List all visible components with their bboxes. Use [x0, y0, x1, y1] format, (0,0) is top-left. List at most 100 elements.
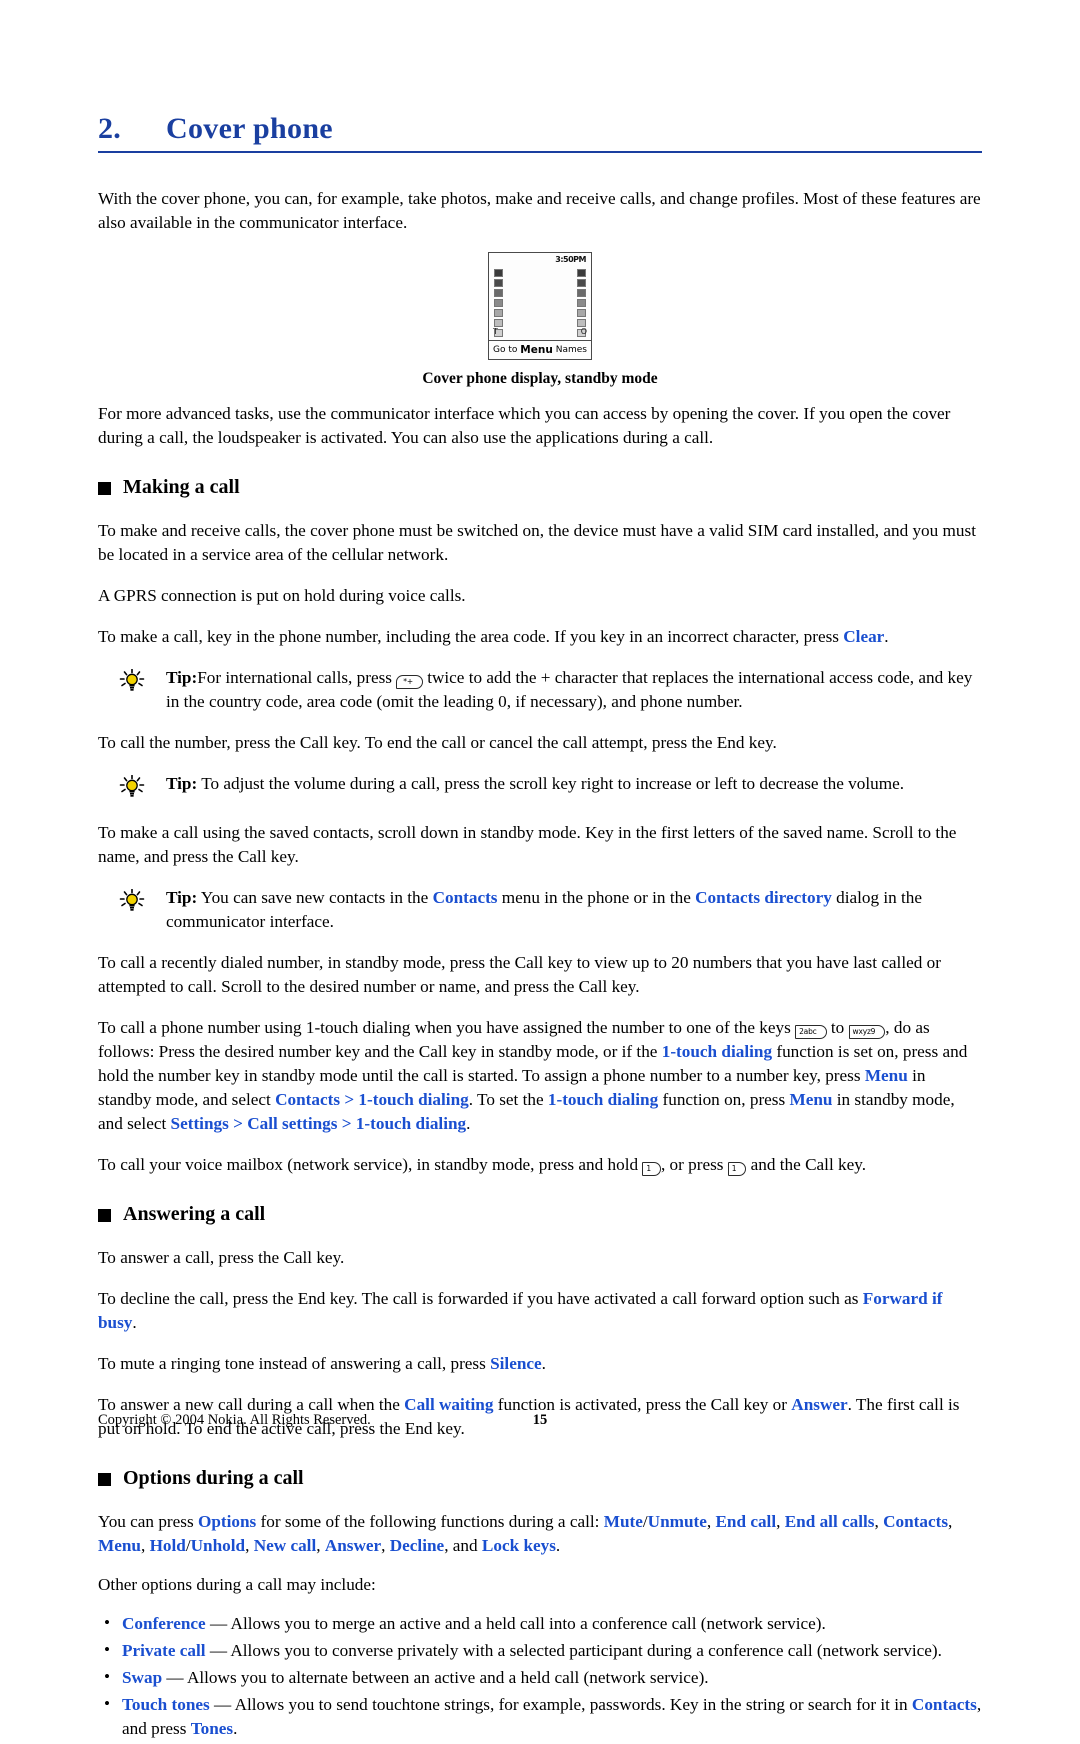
clock-label: 3:50PM: [555, 255, 586, 264]
p8-text-a: To call your voice mailbox (network serv…: [98, 1155, 643, 1174]
lightbulb-icon: [119, 775, 145, 799]
softkey-left[interactable]: Go to: [493, 345, 517, 355]
p7-text-f: function on, press: [658, 1090, 790, 1109]
link-touch-tones[interactable]: Touch tones: [122, 1695, 210, 1714]
softkey-bar: Go to Menu Names: [489, 340, 591, 359]
link-answer-option[interactable]: Answer: [325, 1536, 381, 1555]
link-unhold[interactable]: Unhold: [191, 1536, 245, 1555]
options-lead: You can press Options for some of the fo…: [98, 1512, 953, 1555]
link-1-touch-dialing-1[interactable]: 1-touch dialing: [662, 1042, 772, 1061]
link-clear[interactable]: Clear: [843, 627, 884, 646]
making-p4: To call the number, press the Call key. …: [98, 733, 777, 752]
link-menu-2[interactable]: Menu: [789, 1090, 832, 1109]
key-2abc-icon: 2abc: [795, 1025, 827, 1039]
link-decline[interactable]: Decline: [390, 1536, 444, 1555]
link-new-call[interactable]: New call: [254, 1536, 317, 1555]
tip1-text-a: For international calls, press: [197, 668, 397, 687]
link-tones[interactable]: Tones: [191, 1719, 233, 1738]
tip-label-2: Tip:: [166, 774, 198, 793]
phone-display: 3:50PM T O Go to Menu Names: [488, 252, 592, 360]
tip-save-contacts: Tip: You can save new contacts in the Co…: [98, 886, 982, 934]
link-end-call[interactable]: End call: [715, 1512, 776, 1531]
tip-volume: Tip: To adjust the volume during a call,…: [98, 772, 982, 799]
key-wxyz9-icon: wxyz9: [848, 1025, 886, 1039]
lightbulb-icon: [119, 669, 145, 693]
link-options[interactable]: Options: [198, 1512, 256, 1531]
softkey-middle[interactable]: Menu: [520, 344, 553, 356]
making-p3-text-b: .: [884, 627, 889, 646]
page-footer: Copyright © 2004 Nokia. All Rights Reser…: [98, 1412, 982, 1429]
p7-text-h: .: [466, 1114, 471, 1133]
intro-paragraph: With the cover phone, you can, for examp…: [98, 189, 981, 232]
tip3-text-b: menu in the phone or in the: [497, 888, 696, 907]
link-unmute[interactable]: Unmute: [648, 1512, 707, 1531]
link-hold[interactable]: Hold: [150, 1536, 186, 1555]
conference-desc: Allows you to merge an active and a held…: [230, 1614, 826, 1633]
making-p6: To call a recently dialed number, in sta…: [98, 953, 941, 996]
square-bullet-icon: [98, 1209, 111, 1222]
tip3-text-a: You can save new contacts in the: [200, 888, 433, 907]
answering-p2-b: .: [132, 1313, 137, 1332]
signal-indicator-label: T: [493, 327, 498, 336]
link-lock-keys[interactable]: Lock keys: [482, 1536, 556, 1555]
chapter-title: Cover phone: [166, 112, 333, 145]
answering-p2-a: To decline the call, press the End key. …: [98, 1289, 863, 1308]
answering-p3-b: .: [541, 1354, 546, 1373]
options-lead-a: You can press: [98, 1512, 198, 1531]
link-swap[interactable]: Swap: [122, 1668, 162, 1687]
options-lead-b: for some of the following functions duri…: [256, 1512, 604, 1531]
link-contacts-menu[interactable]: Contacts: [275, 1090, 340, 1109]
link-contacts-directory[interactable]: Contacts directory: [695, 888, 832, 907]
advanced-tasks-paragraph: For more advanced tasks, use the communi…: [98, 404, 951, 447]
section-title-answering: Answering a call: [123, 1203, 266, 1225]
link-mute[interactable]: Mute: [604, 1512, 643, 1531]
p8-text-c: and the Call key.: [746, 1155, 867, 1174]
section-title-options: Options during a call: [123, 1467, 304, 1489]
p8-text-b: , or press: [660, 1155, 728, 1174]
link-private-call[interactable]: Private call: [122, 1641, 206, 1660]
star-key-icon: *+: [396, 675, 423, 689]
manual-page: 2. Cover phone With the cover phone, you…: [0, 0, 1080, 1738]
link-menu-1[interactable]: Menu: [865, 1066, 908, 1085]
answering-p1: To answer a call, press the Call key.: [98, 1248, 345, 1267]
list-item: Private call — Allows you to converse pr…: [98, 1638, 982, 1663]
tip-icon-wrap: [98, 666, 166, 714]
making-p5: To make a call using the saved contacts,…: [98, 823, 957, 866]
page-content: 2. Cover phone With the cover phone, you…: [98, 112, 982, 1744]
tip-icon-wrap-3: [98, 886, 166, 934]
tip-save-contacts-text: Tip: You can save new contacts in the Co…: [166, 886, 982, 934]
link-1-touch-dialing-3[interactable]: 1-touch dialing: [548, 1090, 658, 1109]
p7-text-e: . To set the: [468, 1090, 548, 1109]
lightbulb-icon: [119, 889, 145, 913]
link-settings[interactable]: Settings: [171, 1114, 229, 1133]
making-p1: To make and receive calls, the cover pho…: [98, 521, 976, 564]
link-silence[interactable]: Silence: [490, 1354, 542, 1373]
page-number: 15: [532, 1412, 548, 1428]
softkey-right[interactable]: Names: [556, 345, 587, 355]
link-contacts-tones[interactable]: Contacts: [912, 1695, 977, 1714]
making-p8: To call your voice mailbox (network serv…: [98, 1153, 982, 1177]
touch-tones-desc-c: .: [233, 1719, 238, 1738]
section-options-during-a-call: Options during a call: [98, 1467, 982, 1490]
private-call-desc: Allows you to converse privately with a …: [230, 1641, 942, 1660]
making-p2: A GPRS connection is put on hold during …: [98, 586, 466, 605]
tip-label-1: Tip:: [166, 668, 198, 687]
link-conference[interactable]: Conference: [122, 1614, 206, 1633]
link-contacts-option[interactable]: Contacts: [883, 1512, 948, 1531]
touch-tones-desc-a: Allows you to send touchtone strings, fo…: [234, 1695, 912, 1714]
link-1-touch-dialing-4[interactable]: 1-touch dialing: [356, 1114, 466, 1133]
link-contacts[interactable]: Contacts: [433, 888, 498, 907]
square-bullet-icon: [98, 1473, 111, 1486]
key-1-voicemail-icon-2: 1: [727, 1162, 747, 1176]
link-1-touch-dialing-2[interactable]: 1-touch dialing: [358, 1090, 468, 1109]
other-options-lead: Other options during a call may include:: [98, 1575, 376, 1594]
link-call-settings[interactable]: Call settings: [247, 1114, 337, 1133]
options-lead-c: .: [555, 1536, 561, 1555]
cover-phone-figure: 3:50PM T O Go to Menu Names Cover phone …: [98, 252, 982, 388]
tip-volume-text: Tip: To adjust the volume during a call,…: [166, 772, 982, 799]
battery-indicator-label: O: [580, 327, 587, 336]
answering-p3-a: To mute a ringing tone instead of answer…: [98, 1354, 491, 1373]
link-end-all-calls[interactable]: End all calls: [785, 1512, 875, 1531]
section-making-a-call: Making a call: [98, 476, 982, 499]
link-menu-option[interactable]: Menu: [98, 1536, 141, 1555]
